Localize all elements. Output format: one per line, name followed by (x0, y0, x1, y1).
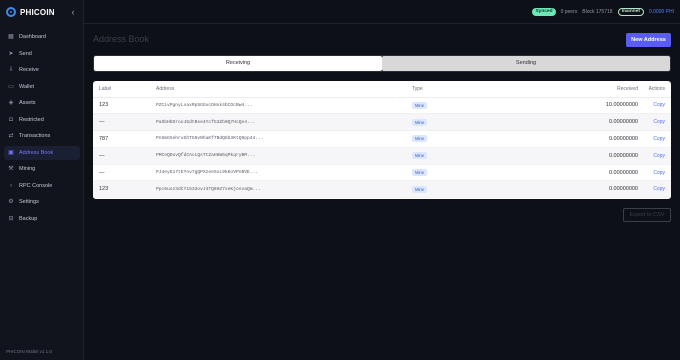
brand: PHICOIN (6, 6, 55, 18)
backup-icon: ⊟ (8, 215, 14, 222)
type-badge: Mine (412, 185, 428, 193)
send-icon: ➤ (8, 50, 14, 57)
sidebar-item-label: Wallet (19, 83, 35, 90)
wallet-icon: ▭ (8, 83, 14, 90)
sidebar-item-label: Settings (19, 199, 39, 205)
column-header-received: Received (475, 81, 645, 98)
sidebar: PHICOIN ‹ ▦ Dashboard ➤ Send ⇩ Receive ▭ Wal… (0, 0, 84, 360)
table-header-row: Label Address Type Received Actions (93, 81, 671, 98)
table-row: 123 Ppc6uoz3dCY1533ovJ4TQ6HZ7xeKjosvaQm.… (93, 180, 671, 199)
sidebar-item-rpc-console[interactable]: › RPC Console (4, 179, 80, 193)
transactions-icon: ⇄ (8, 133, 14, 139)
sidebar-item-label: Assets (19, 100, 36, 106)
terminal-icon: › (10, 182, 12, 189)
gear-icon: ⚙ (8, 199, 14, 205)
grid-icon: ▦ (8, 34, 14, 40)
sidebar-item-wallet[interactable]: ▭ Wallet (4, 80, 80, 94)
copy-address-button[interactable]: Copy (653, 119, 665, 125)
row-label: — (93, 113, 156, 132)
copy-address-button[interactable]: Copy (653, 153, 665, 159)
table-row: — PaSbHbDrooJGdtBse4YcfG3Zb0Q7HcQe4... M… (93, 113, 671, 132)
sidebar-item-backup[interactable]: ⊟ Backup (4, 212, 80, 226)
row-address: Ppc6uoz3dCY1533ovJ4TQ6HZ7xeKjosvaQm... (156, 180, 412, 199)
row-address: PJ4eyE17tEYnv7gQPXzeeSoL9kKoVPnBVE... (156, 164, 412, 182)
sidebar-item-send[interactable]: ➤ Send (4, 47, 80, 61)
row-received: 0.00000000 (475, 113, 645, 132)
type-badge: Mine (412, 118, 428, 126)
network-badge: mainnet (617, 8, 644, 16)
sidebar-item-restricted[interactable]: ◘ Restricted (4, 113, 80, 127)
sidebar-item-label: Transactions (19, 133, 51, 139)
block-height: Block 175718 (582, 9, 613, 15)
export-csv-button[interactable]: Export to CSV (623, 208, 671, 222)
pickaxe-icon: ⚒ (8, 166, 14, 172)
sidebar-item-label: Receive (19, 67, 39, 73)
sidebar-item-address-book[interactable]: ▣ Address Book (4, 145, 80, 160)
row-address: PaSbHbDrooJGdtBse4YcfG3Zb0Q7HcQe4... (156, 113, 412, 132)
sidebar-item-label: Mining (19, 166, 36, 172)
book-icon: ▣ (8, 149, 14, 156)
app-version: PHICOIN Wallet v1.1.0 (6, 349, 52, 354)
row-label: — (93, 147, 156, 165)
lock-icon: ◘ (9, 116, 13, 123)
phicoin-logo-icon (6, 7, 16, 17)
copy-address-button[interactable]: Copy (653, 186, 665, 192)
type-badge: Mine (412, 152, 428, 160)
column-header-address: Address (156, 81, 412, 98)
sidebar-item-settings[interactable]: ⚙ Settings (4, 195, 80, 209)
sidebar-item-label: Restricted (19, 116, 44, 123)
tab-bar: Receiving Sending (93, 55, 671, 72)
column-header-type: Type (412, 81, 475, 98)
sidebar-item-assets[interactable]: ◈ Assets (4, 96, 80, 110)
tab-receiving[interactable]: Receiving (94, 56, 382, 71)
sidebar-nav: ▦ Dashboard ➤ Send ⇩ Receive ▭ Wallet ◈ Asset… (4, 30, 80, 228)
table-row: — PJ4eyE17tEYnv7gQPXzeeSoL9kKoVPnBVE... … (93, 164, 671, 182)
sidebar-item-label: RPC Console (19, 182, 53, 189)
copy-address-button[interactable]: Copy (653, 170, 665, 176)
table-row: — PMCeQDuvQfdCAcLQsTtZaH6W5qPkqryBM... M… (93, 147, 671, 165)
receive-icon: ⇩ (8, 67, 14, 73)
sidebar-item-transactions[interactable]: ⇄ Transactions (4, 129, 80, 143)
tab-sending[interactable]: Sending (382, 56, 670, 71)
row-received: 0.00000000 (475, 180, 645, 199)
sidebar-item-dashboard[interactable]: ▦ Dashboard (4, 30, 80, 44)
row-label: 123 (93, 97, 156, 115)
collapse-sidebar-icon[interactable]: ‹ (68, 6, 78, 18)
row-received: 0.00000000 (475, 164, 645, 182)
address-table: Label Address Type Received Actions 123 … (93, 81, 671, 199)
row-received: 0.00000000 (475, 147, 645, 165)
table-row: 123 PZCivPgnyLsaxRp5GGvcOHnk4bCOcBw4... … (93, 97, 671, 115)
table-row: 787 PnSmGXehruGhTG6vNhaKf7BdQGb3KtQ9pp44… (93, 130, 671, 148)
copy-address-button[interactable]: Copy (653, 136, 665, 142)
sidebar-item-label: Send (19, 50, 32, 57)
row-label: — (93, 164, 156, 182)
row-address: PMCeQDuvQfdCAcLQsTtZaH6W5qPkqryBM... (156, 147, 412, 165)
row-label: 123 (93, 180, 156, 199)
sidebar-item-label: Backup (19, 215, 38, 222)
top-bar: Synced 0 peers Block 175718 mainnet 0.00… (84, 0, 680, 24)
column-header-actions: Actions (645, 81, 671, 98)
sidebar-item-label: Dashboard (19, 34, 46, 40)
sidebar-item-receive[interactable]: ⇩ Receive (4, 63, 80, 77)
new-address-button[interactable]: New Address (626, 33, 671, 47)
assets-icon: ◈ (8, 100, 14, 106)
page-title: Address Book (93, 34, 150, 44)
sidebar-item-label: Address Book (19, 149, 54, 156)
type-badge: Mine (412, 135, 428, 143)
peer-count: 0 peers (560, 9, 578, 15)
brand-name: PHICOIN (20, 7, 55, 17)
row-received: 10.00000000 (475, 97, 645, 115)
column-header-label: Label (93, 81, 156, 98)
copy-address-button[interactable]: Copy (653, 102, 665, 108)
row-address: PnSmGXehruGhTG6vNhaKf7BdQGb3KtQ9pp44... (156, 130, 412, 148)
sync-status-badge: Synced (532, 8, 556, 16)
type-badge: Mine (412, 169, 428, 177)
row-label: 787 (93, 130, 156, 148)
price-display: 0.0000 PHI (648, 9, 674, 15)
status-bar: Synced 0 peers Block 175718 mainnet 0.00… (532, 7, 674, 17)
row-address: PZCivPgnyLsaxRp5GGvcOHnk4bCOcBw4... (156, 97, 412, 115)
type-badge: Mine (412, 101, 428, 109)
row-received: 0.00000000 (475, 130, 645, 148)
sidebar-item-mining[interactable]: ⚒ Mining (4, 162, 80, 176)
